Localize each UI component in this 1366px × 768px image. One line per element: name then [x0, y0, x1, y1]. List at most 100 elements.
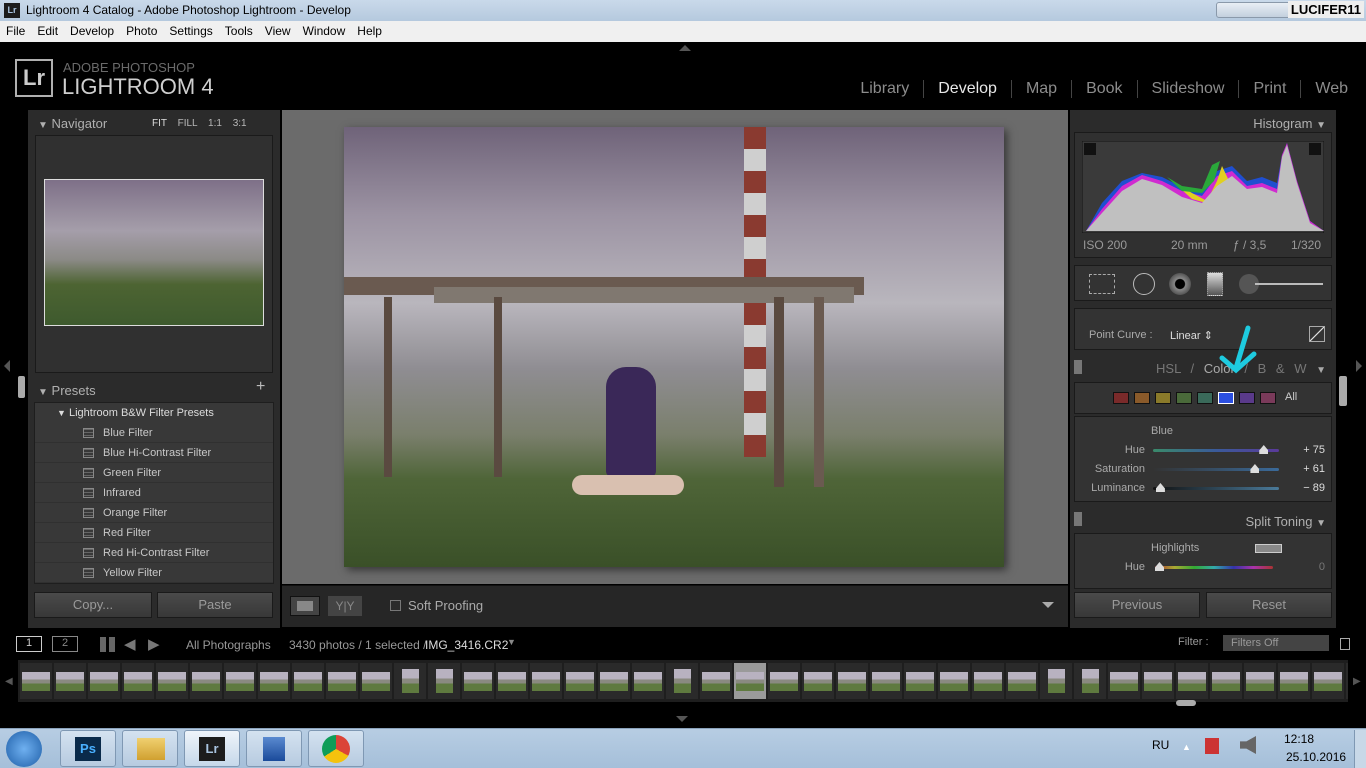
menu-window[interactable]: Window [297, 21, 352, 42]
preset-item[interactable]: Infrared [35, 483, 273, 503]
color-swatch[interactable] [1197, 392, 1213, 404]
filmstrip-thumbnail[interactable] [428, 663, 460, 699]
color-swatch[interactable] [1155, 392, 1171, 404]
taskbar-network[interactable] [246, 730, 302, 767]
filmstrip-thumbnail[interactable] [904, 663, 936, 699]
zoom-fill[interactable]: FILL [178, 118, 198, 129]
loupe-view-button[interactable] [290, 596, 320, 616]
split-toning-toggle-switch[interactable] [1074, 512, 1082, 526]
module-library[interactable]: Library [846, 80, 923, 98]
filmstrip-thumbnail[interactable] [802, 663, 834, 699]
presets-header[interactable]: ▼ Presets [38, 383, 96, 398]
luminance-slider[interactable] [1153, 483, 1279, 492]
preset-item[interactable]: Red Filter [35, 523, 273, 543]
bottom-panel-toggle-icon[interactable] [676, 716, 688, 722]
taskbar-photoshop[interactable]: Ps [60, 730, 116, 767]
color-swatch[interactable] [1218, 392, 1234, 404]
tab-bw[interactable]: B & W [1258, 361, 1307, 376]
spot-removal-icon[interactable] [1133, 273, 1155, 295]
filmstrip-thumbnail[interactable] [700, 663, 732, 699]
power-icon[interactable] [1205, 738, 1219, 754]
filmstrip-right-icon[interactable]: ▶ [1353, 676, 1361, 687]
filmstrip-thumbnail[interactable] [394, 663, 426, 699]
filmstrip-thumbnail[interactable] [224, 663, 256, 699]
filmstrip-left-icon[interactable]: ◀ [5, 676, 13, 687]
taskbar-explorer[interactable] [122, 730, 178, 767]
filmstrip-thumbnail[interactable] [1278, 663, 1310, 699]
clock-time[interactable]: 12:18 [1284, 732, 1314, 746]
filmstrip-thumbnail[interactable] [88, 663, 120, 699]
filmstrip-thumbnail[interactable] [734, 663, 766, 699]
before-after-button[interactable]: Y|Y [328, 596, 362, 616]
filmstrip-thumbnail[interactable] [20, 663, 52, 699]
graduated-filter-icon[interactable] [1207, 272, 1223, 296]
filmstrip-thumbnail[interactable] [1312, 663, 1344, 699]
left-panel-toggle-icon[interactable] [4, 360, 10, 372]
color-swatch[interactable] [1239, 392, 1255, 404]
menu-edit[interactable]: Edit [31, 21, 64, 42]
filmstrip-thumbnail[interactable] [564, 663, 596, 699]
filmstrip-thumbnail[interactable] [326, 663, 358, 699]
split-hue-slider[interactable] [1155, 562, 1273, 571]
grid-view-icon[interactable] [100, 637, 115, 652]
previous-button[interactable]: Previous [1074, 592, 1200, 618]
language-indicator[interactable]: RU [1152, 738, 1169, 752]
preset-item[interactable]: Red Hi-Contrast Filter [35, 543, 273, 563]
filmstrip-thumbnail[interactable] [632, 663, 664, 699]
color-swatch[interactable] [1134, 392, 1150, 404]
filename[interactable]: IMG_3416.CR2 [425, 638, 508, 652]
filter-select[interactable]: Filters Off [1223, 635, 1329, 651]
filmstrip-thumbnail[interactable] [666, 663, 698, 699]
preset-item[interactable]: Yellow Filter [35, 563, 273, 583]
saturation-slider[interactable] [1153, 464, 1279, 473]
module-web[interactable]: Web [1300, 80, 1362, 98]
zoom-3-1[interactable]: 3:1 [233, 118, 247, 129]
brush-slider[interactable] [1255, 283, 1323, 285]
color-swatch[interactable] [1176, 392, 1192, 404]
filmstrip-thumbnail[interactable] [598, 663, 630, 699]
crop-tool-icon[interactable] [1089, 274, 1115, 294]
filmstrip-thumbnail[interactable] [360, 663, 392, 699]
preset-item[interactable]: Orange Filter [35, 503, 273, 523]
preset-folder[interactable]: ▼ Lightroom B&W Filter Presets [35, 403, 273, 423]
navigator-thumbnail[interactable] [44, 179, 264, 326]
menu-photo[interactable]: Photo [120, 21, 163, 42]
start-button[interactable] [6, 731, 42, 767]
filename-dropdown-icon[interactable]: ▼ [507, 637, 516, 647]
filmstrip-scrollbar[interactable] [1176, 700, 1196, 706]
paste-button[interactable]: Paste [157, 592, 273, 618]
filmstrip-thumbnail[interactable] [1006, 663, 1038, 699]
filter-lock-icon[interactable] [1340, 638, 1350, 650]
filmstrip-thumbnail[interactable] [462, 663, 494, 699]
module-slideshow[interactable]: Slideshow [1136, 80, 1239, 98]
saturation-slider-handle[interactable] [1250, 464, 1260, 473]
filmstrip-thumbnail[interactable] [1346, 663, 1348, 699]
curve-edit-icon[interactable] [1309, 326, 1325, 342]
add-preset-button[interactable]: + [256, 378, 265, 396]
swatch-all[interactable]: All [1285, 391, 1297, 403]
filmstrip-thumbnail[interactable] [1074, 663, 1106, 699]
copy-button[interactable]: Copy... [34, 592, 152, 618]
menu-settings[interactable]: Settings [163, 21, 218, 42]
filmstrip-thumbnail[interactable] [1244, 663, 1276, 699]
color-swatch[interactable] [1260, 392, 1276, 404]
soft-proofing-checkbox[interactable] [390, 600, 401, 611]
right-scrollbar[interactable] [1339, 376, 1347, 406]
filmstrip-thumbnail[interactable] [768, 663, 800, 699]
module-print[interactable]: Print [1238, 80, 1300, 98]
filmstrip-thumbnail[interactable] [190, 663, 222, 699]
menu-tools[interactable]: Tools [219, 21, 259, 42]
back-arrow-icon[interactable]: ◀ [124, 635, 136, 653]
luminance-slider-handle[interactable] [1155, 483, 1165, 492]
red-eye-icon[interactable] [1169, 273, 1191, 295]
filmstrip-thumbnail[interactable] [54, 663, 86, 699]
highlights-color-swatch[interactable] [1255, 544, 1282, 553]
show-desktop-button[interactable] [1354, 730, 1366, 768]
zoom-1-1[interactable]: 1:1 [208, 118, 222, 129]
filmstrip-thumbnail[interactable] [972, 663, 1004, 699]
menu-help[interactable]: Help [351, 21, 388, 42]
navigator-header[interactable]: ▼ Navigator [38, 116, 107, 131]
zoom-fit[interactable]: FIT [152, 118, 167, 129]
hue-slider[interactable] [1153, 445, 1279, 454]
filmstrip-thumbnail[interactable] [1108, 663, 1140, 699]
